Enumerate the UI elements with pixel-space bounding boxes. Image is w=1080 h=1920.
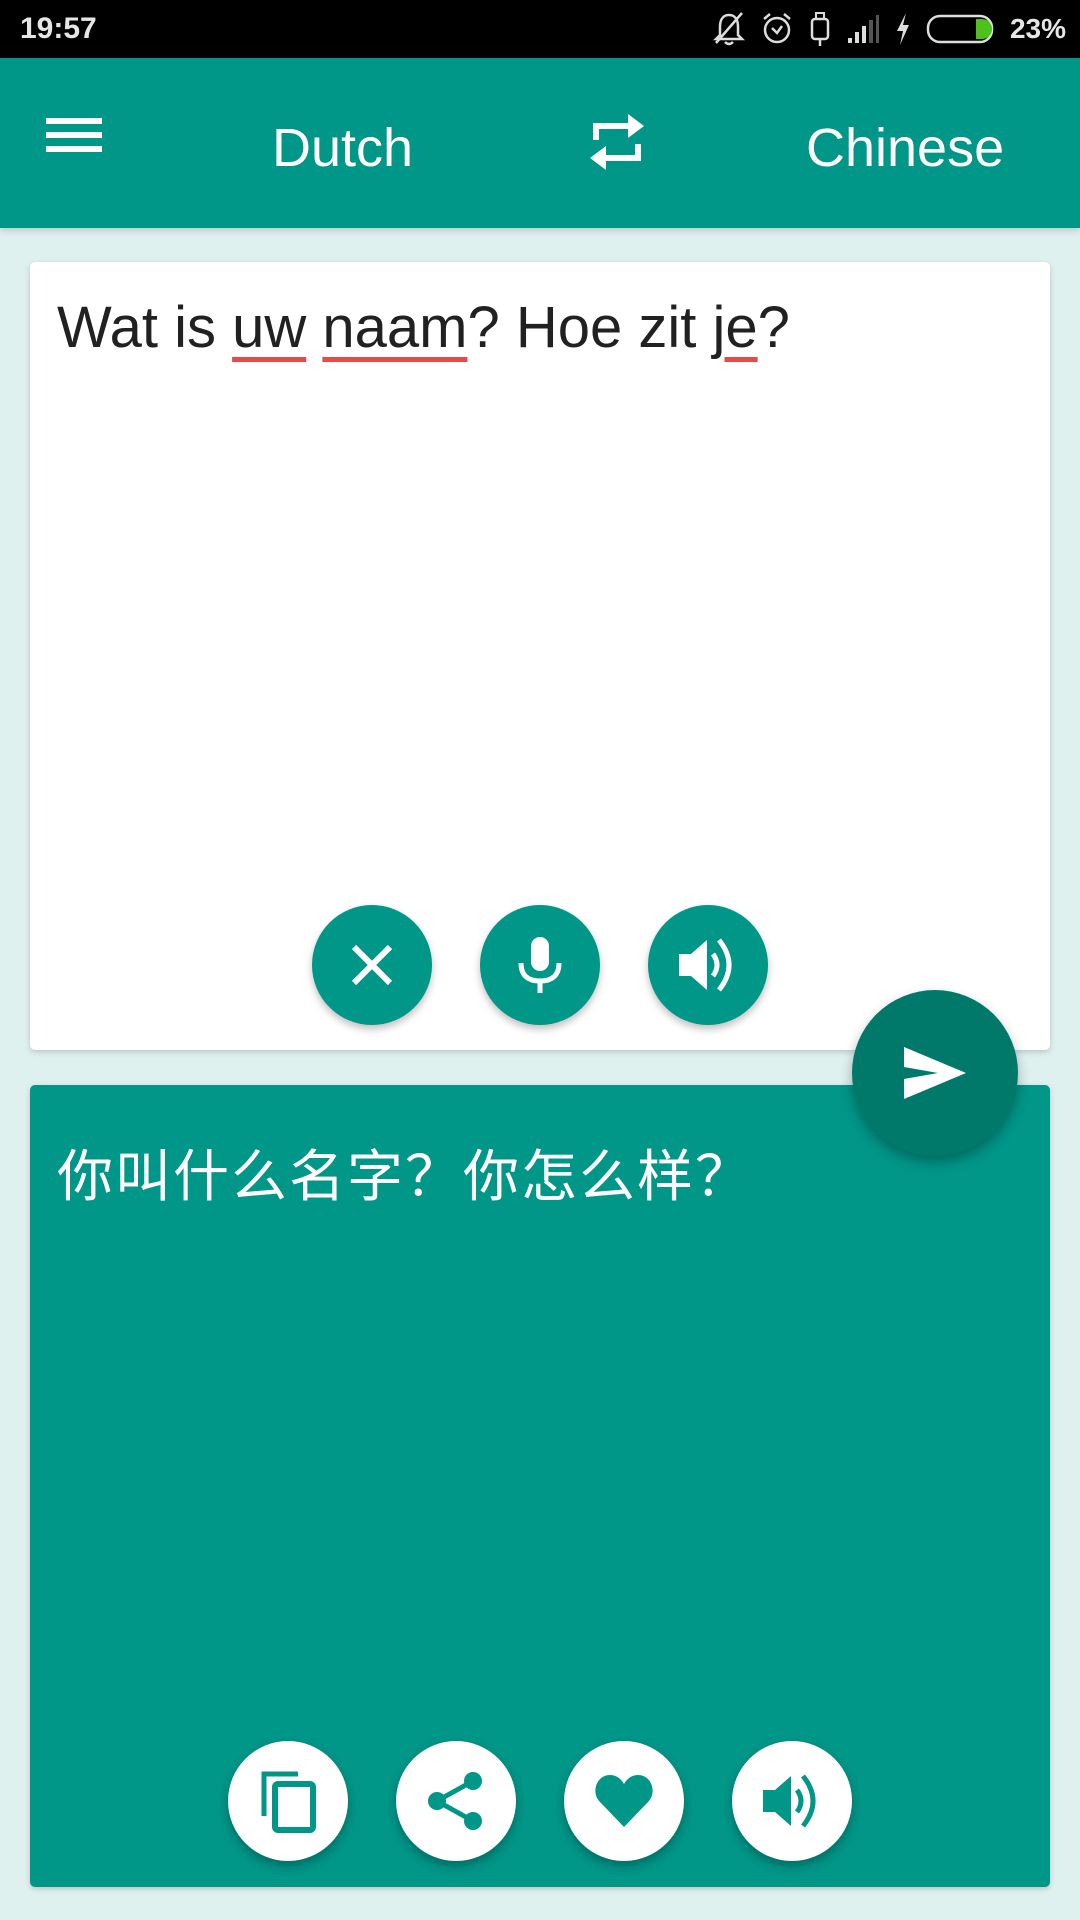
status-time: 19:57 (20, 12, 97, 45)
swap-languages-button[interactable] (588, 110, 662, 182)
misspelled-word[interactable]: naam (322, 295, 467, 360)
clear-button[interactable] (312, 905, 432, 1025)
microphone-button[interactable] (480, 905, 600, 1025)
misspelled-word[interactable]: uw (232, 295, 306, 360)
clear-icon (351, 944, 393, 986)
text-segment: ? (757, 295, 790, 360)
text-segment (306, 295, 322, 360)
text-segment: Wat is (57, 295, 233, 360)
swap-languages-icon (590, 114, 644, 170)
output-card: 你叫什么名字？你怎么样？ (30, 1085, 1050, 1887)
signal-icon (846, 14, 880, 44)
battery-icon (926, 13, 996, 45)
app-bar: Dutch Chinese (0, 58, 1080, 228)
share-icon (428, 1772, 482, 1830)
misspelled-word[interactable]: je (712, 295, 757, 360)
speak-translation-button[interactable] (732, 1741, 852, 1861)
favorite-button[interactable] (564, 1741, 684, 1861)
speaker-icon (679, 938, 732, 992)
send-icon (904, 1047, 966, 1099)
target-language-selector[interactable]: Chinese (806, 116, 1004, 180)
translated-text: 你叫什么名字？你怎么样？ (57, 1145, 753, 1208)
speak-source-button[interactable] (648, 905, 768, 1025)
charging-icon (894, 12, 912, 46)
status-bar: 19:57 23% (0, 0, 1080, 58)
notifications-off-icon (712, 11, 746, 47)
source-language-selector[interactable]: Dutch (272, 116, 413, 180)
text-segment: ? Hoe zit (467, 295, 713, 360)
copy-button[interactable] (228, 1741, 348, 1861)
source-text-input[interactable]: Wat is uw naam? Hoe zit je? (57, 292, 1017, 364)
battery-percentage: 23% (1009, 13, 1066, 44)
usb-icon (808, 11, 832, 47)
speaker-icon (763, 1774, 816, 1828)
share-button[interactable] (396, 1741, 516, 1861)
status-icons: 23% (712, 8, 1066, 50)
hamburger-menu-icon (46, 118, 102, 152)
favorite-heart-icon (595, 1775, 653, 1827)
microphone-icon (518, 937, 562, 993)
translate-button[interactable] (852, 990, 1018, 1156)
copy-icon (261, 1771, 316, 1833)
input-card: Wat is uw naam? Hoe zit je? (30, 262, 1050, 1050)
menu-button[interactable] (46, 112, 116, 176)
alarm-icon (760, 11, 794, 47)
